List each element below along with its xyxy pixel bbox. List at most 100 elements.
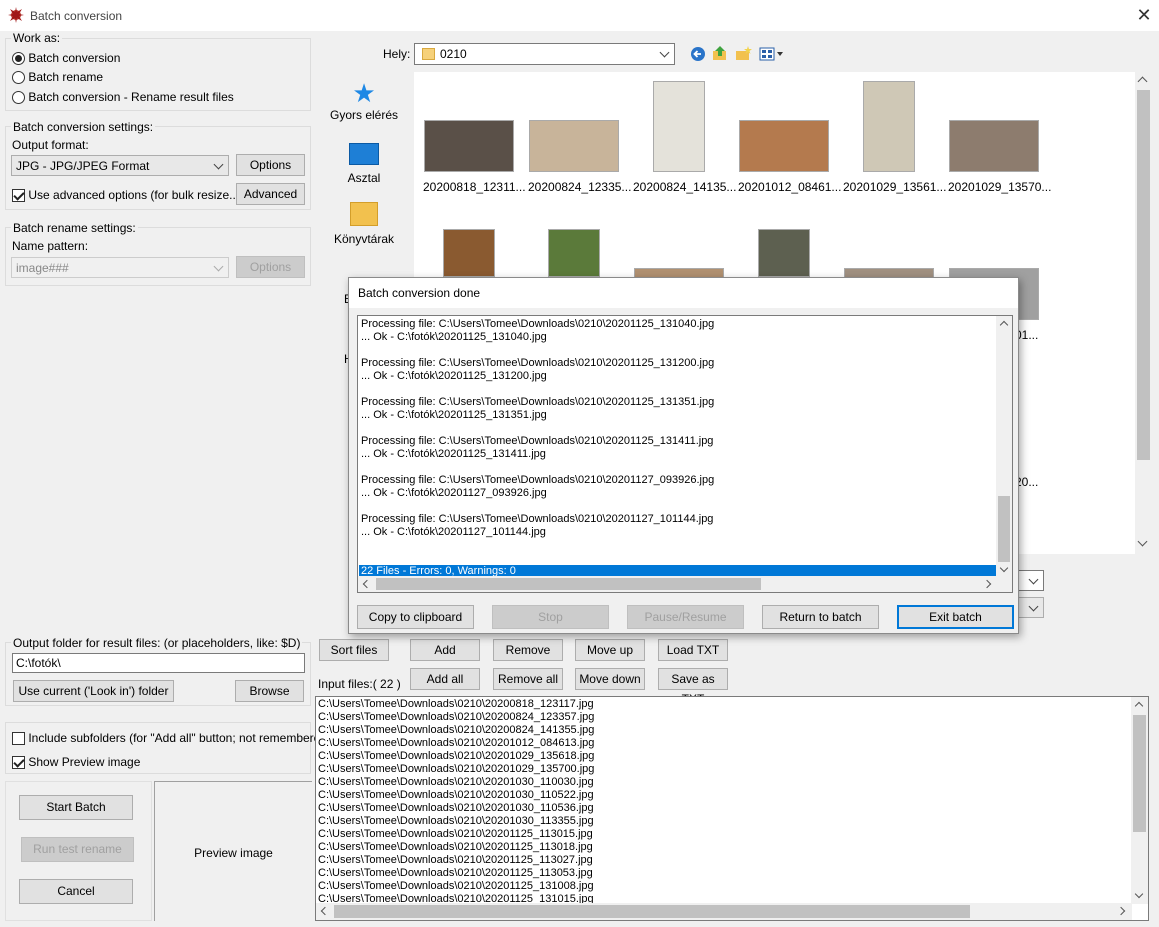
file-list-item[interactable]: C:\Users\Tomee\Downloads\0210\20201125_1… <box>318 880 594 893</box>
log-lines: Processing file: C:\Users\Tomee\Download… <box>361 318 714 552</box>
location-select[interactable]: 0210 <box>414 43 675 65</box>
radio-batch-conversion[interactable]: Batch conversion <box>12 51 120 66</box>
dialog-title: Batch conversion done <box>358 286 481 300</box>
include-subfolders-checkbox[interactable]: Include subfolders (for "Add all" button… <box>12 731 331 746</box>
place-desktop[interactable]: Asztal <box>323 141 405 195</box>
scroll-right-icon[interactable] <box>982 579 992 589</box>
log-vscroll[interactable] <box>996 316 1012 577</box>
return-to-batch-button[interactable]: Return to batch <box>762 605 879 629</box>
thumbnail-image[interactable] <box>424 120 514 172</box>
output-format-select[interactable]: JPG - JPG/JPEG Format <box>11 155 229 176</box>
radio-label: Batch rename <box>28 70 104 84</box>
file-list-item[interactable]: C:\Users\Tomee\Downloads\0210\20200824_1… <box>318 711 594 724</box>
thumbnail-image[interactable] <box>739 120 829 172</box>
file-list-item[interactable]: C:\Users\Tomee\Downloads\0210\20201029_1… <box>318 750 594 763</box>
advanced-button[interactable]: Advanced <box>236 183 305 205</box>
name-pattern-input[interactable]: image### <box>11 257 229 278</box>
scroll-right-icon[interactable] <box>1116 906 1126 916</box>
scroll-down-icon[interactable] <box>999 563 1009 573</box>
back-icon[interactable] <box>690 46 706 62</box>
add-button[interactable]: Add <box>410 639 480 661</box>
location-label: Hely: <box>383 47 411 61</box>
add-all-button[interactable]: Add all <box>410 668 480 690</box>
move-up-button[interactable]: Move up <box>575 639 645 661</box>
conversion-log[interactable]: Processing file: C:\Users\Tomee\Download… <box>357 315 1013 593</box>
file-list-item[interactable]: C:\Users\Tomee\Downloads\0210\20201125_1… <box>318 854 594 867</box>
file-list-item[interactable]: C:\Users\Tomee\Downloads\0210\20201029_1… <box>318 763 594 776</box>
place-libraries[interactable]: Könyvtárak <box>323 200 405 254</box>
scroll-down-icon[interactable] <box>1137 536 1148 547</box>
stop-button[interactable]: Stop <box>492 605 609 629</box>
file-list-item[interactable]: C:\Users\Tomee\Downloads\0210\20201030_1… <box>318 776 594 789</box>
thumbnail-image[interactable] <box>529 120 619 172</box>
move-down-button[interactable]: Move down <box>575 668 645 690</box>
scroll-up-icon[interactable] <box>999 320 1009 330</box>
rename-options-button[interactable]: Options <box>236 256 305 278</box>
show-preview-checkbox[interactable]: Show Preview image <box>12 755 140 770</box>
scrollbar-thumb[interactable] <box>998 496 1010 562</box>
thumbnail-image[interactable] <box>949 120 1039 172</box>
output-folder-input[interactable]: C:\fotók\ <box>12 653 305 673</box>
file-list-item[interactable]: C:\Users\Tomee\Downloads\0210\20200824_1… <box>318 724 594 737</box>
scroll-up-icon[interactable] <box>1137 76 1148 87</box>
advanced-options-checkbox[interactable]: Use advanced options (for bulk resize...… <box>12 188 243 203</box>
file-list-item[interactable]: C:\Users\Tomee\Downloads\0210\20200818_1… <box>318 698 594 711</box>
scroll-left-icon[interactable] <box>362 579 372 589</box>
copy-to-clipboard-button[interactable]: Copy to clipboard <box>357 605 474 629</box>
load-txt-button[interactable]: Load TXT <box>658 639 728 661</box>
pause-resume-button[interactable]: Pause/Resume <box>627 605 744 629</box>
checkbox-icon <box>12 756 25 770</box>
save-as-txt-button[interactable]: Save as TXT <box>658 668 728 706</box>
type-select[interactable] <box>1017 597 1044 618</box>
file-list-item[interactable]: C:\Users\Tomee\Downloads\0210\20201125_1… <box>318 828 594 841</box>
file-list-item[interactable]: C:\Users\Tomee\Downloads\0210\20201030_1… <box>318 789 594 802</box>
file-list-vscroll[interactable] <box>1131 697 1148 904</box>
scrollbar-thumb[interactable] <box>1137 90 1150 460</box>
use-current-folder-button[interactable]: Use current ('Look in') folder <box>13 680 174 702</box>
log-hscroll[interactable] <box>358 576 1012 592</box>
output-format-label: Output format: <box>12 138 89 152</box>
file-list-item[interactable]: C:\Users\Tomee\Downloads\0210\20201030_1… <box>318 815 594 828</box>
remove-button[interactable]: Remove <box>493 639 563 661</box>
input-files-list[interactable]: C:\Users\Tomee\Downloads\0210\20200818_1… <box>315 696 1149 921</box>
run-test-rename-button[interactable]: Run test rename <box>21 837 134 862</box>
sort-files-button[interactable]: Sort files <box>319 639 389 661</box>
thumbnail-image[interactable] <box>653 81 705 172</box>
log-entry: Processing file: C:\Users\Tomee\Download… <box>361 318 714 344</box>
remove-all-button[interactable]: Remove all <box>493 668 563 690</box>
scroll-up-icon[interactable] <box>1134 701 1144 711</box>
file-list-item[interactable]: C:\Users\Tomee\Downloads\0210\20201125_1… <box>318 867 594 880</box>
thumbnail-image[interactable] <box>548 229 600 277</box>
start-batch-button[interactable]: Start Batch <box>19 795 133 820</box>
cancel-button[interactable]: Cancel <box>19 879 133 904</box>
scroll-down-icon[interactable] <box>1134 889 1144 899</box>
new-folder-icon[interactable] <box>735 45 753 62</box>
file-list-item[interactable]: C:\Users\Tomee\Downloads\0210\20201030_1… <box>318 802 594 815</box>
thumbnail-scrollbar[interactable] <box>1135 72 1152 554</box>
scroll-left-icon[interactable] <box>320 906 330 916</box>
log-entry: Processing file: C:\Users\Tomee\Download… <box>361 435 714 461</box>
filter-select[interactable] <box>1017 570 1044 591</box>
thumbnail-image[interactable] <box>863 81 915 172</box>
scrollbar-thumb[interactable] <box>1133 715 1146 832</box>
thumbnail-image[interactable] <box>758 229 810 277</box>
scrollbar-thumb[interactable] <box>376 578 761 590</box>
up-folder-icon[interactable] <box>712 45 728 62</box>
place-label: Könyvtárak <box>333 232 395 246</box>
radio-batch-rename[interactable]: Batch rename <box>12 70 104 85</box>
scrollbar-thumb[interactable] <box>334 905 970 918</box>
file-list-item[interactable]: C:\Users\Tomee\Downloads\0210\20201125_1… <box>318 841 594 854</box>
radio-batch-conversion-rename[interactable]: Batch conversion - Rename result files <box>12 90 234 105</box>
file-list-item[interactable]: C:\Users\Tomee\Downloads\0210\20201012_0… <box>318 737 594 750</box>
place-label: Asztal <box>347 171 381 185</box>
close-icon[interactable]: ✕ <box>1132 3 1156 27</box>
thumbnail-image[interactable] <box>443 229 495 277</box>
view-menu-icon[interactable] <box>759 46 785 62</box>
browse-button[interactable]: Browse <box>235 680 304 702</box>
exit-batch-button[interactable]: Exit batch <box>897 605 1014 629</box>
format-options-button[interactable]: Options <box>236 154 305 176</box>
log-ok-line: ... Ok - C:\fotók\20201125_131040.jpg <box>361 331 547 343</box>
radio-icon <box>12 71 25 85</box>
place-quick-access[interactable]: ★ Gyors elérés <box>323 78 405 132</box>
file-list-hscroll[interactable] <box>316 903 1132 920</box>
